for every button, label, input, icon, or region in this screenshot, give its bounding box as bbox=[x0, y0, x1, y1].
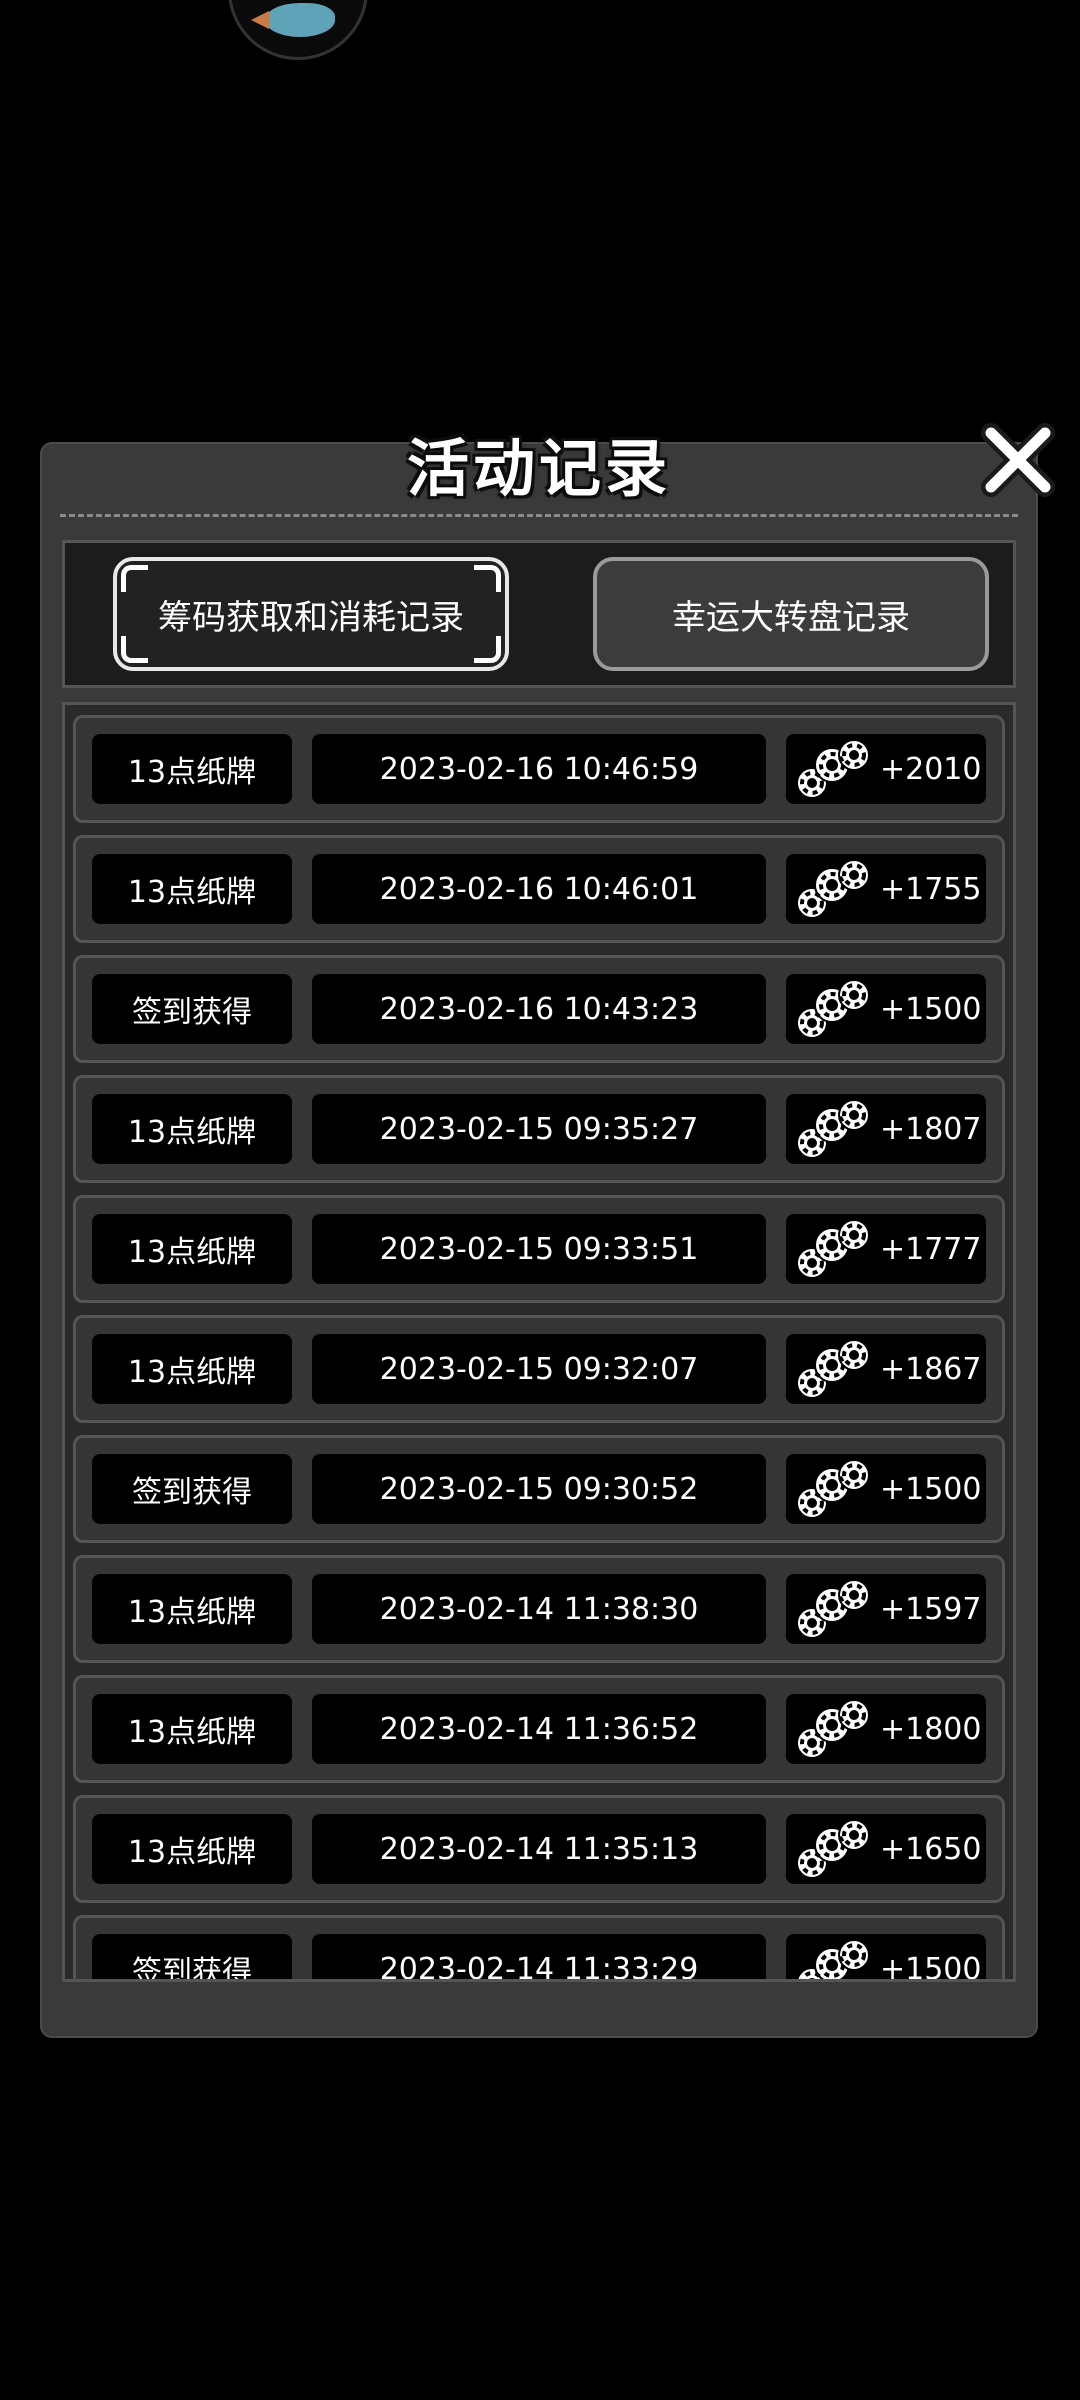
chips-icon bbox=[796, 1819, 870, 1879]
record-type: 13点纸牌 bbox=[92, 1094, 292, 1164]
tab-chip-records[interactable]: 筹码获取和消耗记录 bbox=[113, 557, 509, 671]
record-row: 13点纸牌 2023-02-14 11:38:30 +1597 bbox=[73, 1555, 1005, 1663]
tab-bracket-bottom-right bbox=[474, 636, 501, 663]
record-amount: +1650 bbox=[786, 1814, 986, 1884]
record-amount: +1500 bbox=[786, 1454, 986, 1524]
record-time: 2023-02-16 10:46:01 bbox=[312, 854, 766, 924]
record-row: 13点纸牌 2023-02-14 11:36:52 +1800 bbox=[73, 1675, 1005, 1783]
chips-icon bbox=[796, 979, 870, 1039]
close-icon bbox=[981, 423, 1055, 497]
record-amount: +1500 bbox=[786, 974, 986, 1044]
record-row: 13点纸牌 2023-02-16 10:46:59 +2010 bbox=[73, 715, 1005, 823]
record-amount-value: +1867 bbox=[880, 1351, 982, 1387]
activity-records-dialog: 活动记录 筹码获取和消耗记录 幸运大转盘记录 13点纸牌 2023-02-16 1… bbox=[40, 423, 1055, 2038]
record-amount: +1807 bbox=[786, 1094, 986, 1164]
chips-icon bbox=[796, 1579, 870, 1639]
record-time: 2023-02-15 09:35:27 bbox=[312, 1094, 766, 1164]
record-time: 2023-02-14 11:36:52 bbox=[312, 1694, 766, 1764]
record-time: 2023-02-15 09:30:52 bbox=[312, 1454, 766, 1524]
tab-bracket-top-right bbox=[474, 565, 501, 592]
chips-icon bbox=[796, 1219, 870, 1279]
avatar[interactable] bbox=[228, 0, 368, 60]
record-amount: +2010 bbox=[786, 734, 986, 804]
record-type: 13点纸牌 bbox=[92, 1334, 292, 1404]
record-amount: +1800 bbox=[786, 1694, 986, 1764]
chips-icon bbox=[796, 859, 870, 919]
record-type: 签到获得 bbox=[92, 1454, 292, 1524]
record-type: 签到获得 bbox=[92, 1934, 292, 1979]
record-row: 签到获得 2023-02-15 09:30:52 +1500 bbox=[73, 1435, 1005, 1543]
record-row: 13点纸牌 2023-02-15 09:35:27 +1807 bbox=[73, 1075, 1005, 1183]
chips-icon bbox=[796, 1339, 870, 1399]
record-amount-value: +1755 bbox=[880, 871, 982, 907]
record-type: 13点纸牌 bbox=[92, 1814, 292, 1884]
avatar-fish-icon bbox=[265, 3, 335, 37]
record-amount: +1777 bbox=[786, 1214, 986, 1284]
record-amount-value: +1500 bbox=[880, 991, 982, 1027]
record-type: 13点纸牌 bbox=[92, 1214, 292, 1284]
record-amount-value: +1500 bbox=[880, 1471, 982, 1507]
tab-label: 筹码获取和消耗记录 bbox=[158, 597, 464, 638]
chips-icon bbox=[796, 739, 870, 799]
record-amount-value: +2010 bbox=[880, 751, 982, 787]
record-time: 2023-02-14 11:38:30 bbox=[312, 1574, 766, 1644]
tab-wheel-records[interactable]: 幸运大转盘记录 bbox=[593, 557, 989, 671]
record-amount-value: +1777 bbox=[880, 1231, 982, 1267]
record-amount: +1867 bbox=[786, 1334, 986, 1404]
record-row: 签到获得 2023-02-14 11:33:29 +1500 bbox=[73, 1915, 1005, 1982]
record-time: 2023-02-16 10:46:59 bbox=[312, 734, 766, 804]
record-type: 13点纸牌 bbox=[92, 734, 292, 804]
record-amount: +1500 bbox=[786, 1934, 986, 1982]
dialog-title: 活动记录 bbox=[406, 432, 671, 505]
tab-label: 幸运大转盘记录 bbox=[672, 597, 910, 638]
title-divider bbox=[60, 514, 1018, 517]
record-time: 2023-02-15 09:33:51 bbox=[312, 1214, 766, 1284]
record-amount-value: +1800 bbox=[880, 1711, 982, 1747]
record-row: 13点纸牌 2023-02-16 10:46:01 +1755 bbox=[73, 835, 1005, 943]
record-amount: +1755 bbox=[786, 854, 986, 924]
record-amount-value: +1807 bbox=[880, 1111, 982, 1147]
record-row: 签到获得 2023-02-16 10:43:23 +1500 bbox=[73, 955, 1005, 1063]
record-time: 2023-02-16 10:43:23 bbox=[312, 974, 766, 1044]
chips-icon bbox=[796, 1939, 870, 1979]
close-button[interactable] bbox=[978, 420, 1058, 500]
tab-bracket-top-left bbox=[121, 565, 148, 592]
record-row: 13点纸牌 2023-02-15 09:32:07 +1867 bbox=[73, 1315, 1005, 1423]
tab-bracket-bottom-left bbox=[121, 636, 148, 663]
record-time: 2023-02-14 11:33:29 bbox=[312, 1934, 766, 1979]
record-type: 13点纸牌 bbox=[92, 854, 292, 924]
record-amount-value: +1597 bbox=[880, 1591, 982, 1627]
record-type: 13点纸牌 bbox=[92, 1694, 292, 1764]
record-amount-value: +1500 bbox=[880, 1951, 982, 1982]
chips-icon bbox=[796, 1099, 870, 1159]
records-list[interactable]: 13点纸牌 2023-02-16 10:46:59 +2010 13点纸牌 2023-0… bbox=[62, 702, 1016, 1982]
record-amount: +1597 bbox=[786, 1574, 986, 1644]
record-type: 签到获得 bbox=[92, 974, 292, 1044]
record-row: 13点纸牌 2023-02-14 11:35:13 +1650 bbox=[73, 1795, 1005, 1903]
record-row: 13点纸牌 2023-02-15 09:33:51 +1777 bbox=[73, 1195, 1005, 1303]
record-time: 2023-02-14 11:35:13 bbox=[312, 1814, 766, 1884]
chips-icon bbox=[796, 1459, 870, 1519]
tab-bar: 筹码获取和消耗记录 幸运大转盘记录 bbox=[62, 540, 1016, 688]
record-time: 2023-02-15 09:32:07 bbox=[312, 1334, 766, 1404]
chips-icon bbox=[796, 1699, 870, 1759]
record-amount-value: +1650 bbox=[880, 1831, 982, 1867]
record-type: 13点纸牌 bbox=[92, 1574, 292, 1644]
